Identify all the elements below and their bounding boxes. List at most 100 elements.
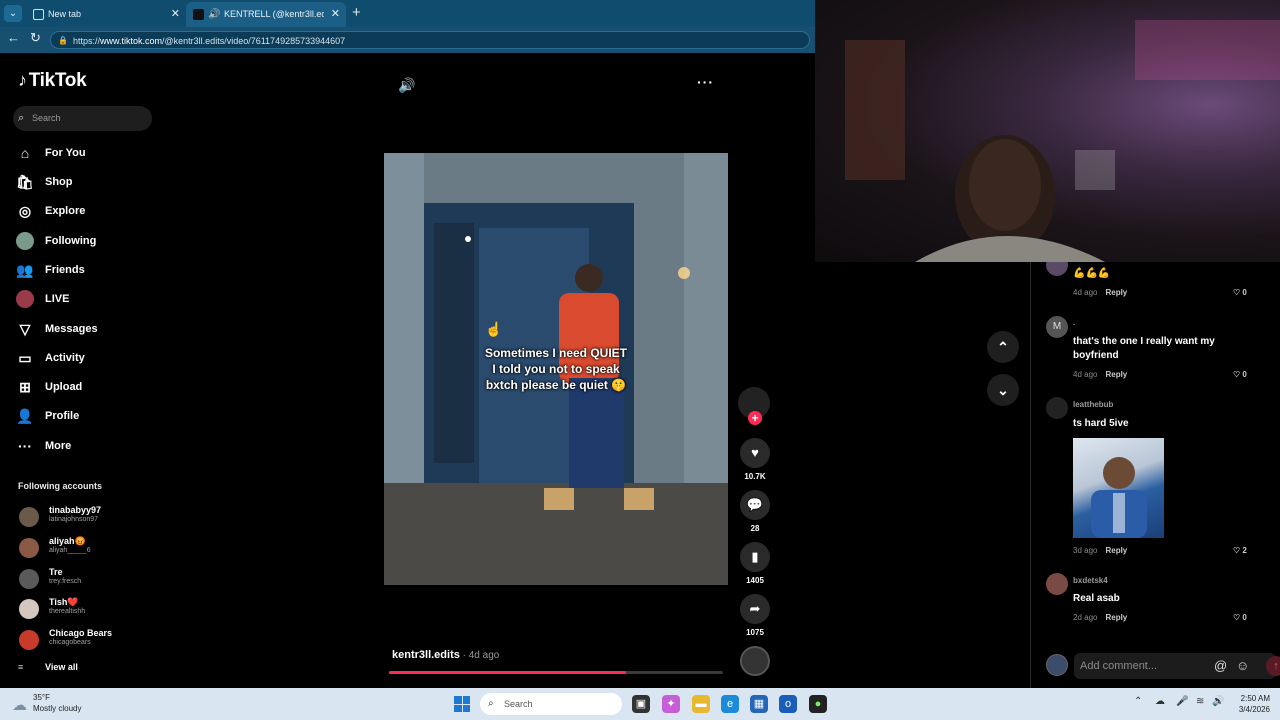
- refresh-icon[interactable]: ↻: [30, 30, 41, 46]
- tiktok-logo[interactable]: ♪ TikTok: [18, 70, 87, 92]
- tab-actions-button[interactable]: ⌄: [4, 5, 22, 22]
- music-disc-icon[interactable]: [740, 646, 770, 676]
- video-player[interactable]: Sometimes I need QUIET I told you not to…: [384, 153, 728, 585]
- upload-icon: ⊞: [19, 379, 31, 395]
- sidebar-item-label: Upload: [45, 381, 83, 393]
- commenter-avatar[interactable]: M: [1046, 316, 1068, 338]
- commenter-name[interactable]: ·: [1073, 320, 1076, 329]
- taskbar-search-label: Search: [504, 699, 533, 709]
- shop-icon: 🛍: [16, 174, 34, 190]
- save-button[interactable]: ▮ 1405: [739, 542, 771, 585]
- volume-tray-icon[interactable]: 🔊: [1212, 696, 1224, 707]
- comment-like-count: 0: [1242, 613, 1247, 622]
- comment-like-button[interactable]: ♡ 0: [1233, 288, 1247, 297]
- weather-temp[interactable]: 35°F: [33, 693, 50, 702]
- tab-tiktok[interactable]: 🔊 KENTRELL (@kentr3ll.edits)'s ✕: [186, 2, 346, 27]
- comment-image[interactable]: [1073, 438, 1164, 538]
- follow-plus-icon[interactable]: +: [748, 411, 762, 425]
- back-arrow-icon[interactable]: ←: [7, 30, 20, 45]
- video-progress-bar[interactable]: [389, 671, 723, 674]
- commenter-avatar[interactable]: [1046, 573, 1068, 595]
- volume-icon[interactable]: 🔊: [398, 77, 415, 94]
- wifi-icon[interactable]: ≋: [1196, 696, 1204, 707]
- video-author[interactable]: kentr3ll.edits · 4d ago: [392, 649, 499, 661]
- comment-age: 2d ago: [1073, 613, 1098, 622]
- close-icon[interactable]: ✕: [331, 2, 340, 27]
- account-handle: latinajohnson97: [49, 516, 99, 523]
- comment-like-button[interactable]: ♡ 0: [1233, 613, 1247, 622]
- live-icon: [16, 290, 34, 308]
- sidebar-item-label: Following: [45, 235, 97, 247]
- clock[interactable]: 2:50 AM 3/4/2026: [1226, 693, 1270, 715]
- file-explorer-icon[interactable]: ▬: [692, 695, 710, 713]
- tiktok-favicon-icon: [193, 9, 204, 20]
- comment-text: 💪💪💪: [1073, 268, 1111, 279]
- previous-video-chevron-up-icon[interactable]: ⌃: [987, 331, 1019, 363]
- share-count: 1075: [746, 628, 764, 637]
- cloud-sync-icon[interactable]: ☁: [1155, 696, 1165, 707]
- home-icon: ⌂: [20, 145, 30, 161]
- avatar: [19, 630, 39, 650]
- add-comment-input[interactable]: Add comment... @ ☺ ↑: [1074, 653, 1280, 679]
- save-count: 1405: [746, 576, 764, 585]
- speaker-icon[interactable]: 🔊: [208, 2, 220, 27]
- comment-photo: [1091, 457, 1147, 538]
- url-bar[interactable]: 🔒 https://www.tiktok.com/@kentr3ll.edits…: [50, 31, 810, 49]
- windows-start-icon[interactable]: [454, 696, 470, 712]
- more-options-icon[interactable]: ···: [697, 74, 714, 90]
- share-button[interactable]: ➦ 1075: [739, 594, 771, 637]
- search-input[interactable]: ⌕ Search: [13, 106, 152, 131]
- heart-icon: ♥: [740, 438, 770, 468]
- account-handle: trey.fresch: [49, 578, 82, 585]
- clock-date: 3/4/2026: [1238, 705, 1270, 714]
- view-all-link[interactable]: ≡ View all: [18, 662, 78, 672]
- reply-button[interactable]: Reply: [1105, 546, 1127, 555]
- next-video-chevron-down-icon[interactable]: ⌄: [987, 374, 1019, 406]
- comment-like-count: 0: [1242, 288, 1247, 297]
- store-icon[interactable]: ▦: [750, 695, 768, 713]
- account-handle: aliyah_____6: [49, 547, 91, 554]
- comment-text: that's the one I really want my boyfrien…: [1073, 336, 1215, 361]
- post-comment-arrow-icon[interactable]: ↑: [1266, 656, 1280, 676]
- weather-desc[interactable]: Mostly cloudy: [33, 704, 81, 713]
- caption-line: bxtch please be quiet 🤫: [485, 378, 627, 392]
- comment-button[interactable]: 💬 28: [739, 490, 771, 533]
- app-icon[interactable]: ●: [809, 695, 827, 713]
- messages-icon: ▽: [19, 321, 31, 337]
- microphone-icon[interactable]: 🎤: [1176, 696, 1188, 707]
- reply-button[interactable]: Reply: [1105, 613, 1127, 622]
- emoji-icon[interactable]: ☺: [1236, 653, 1249, 679]
- account-handle: chicagobears: [49, 639, 91, 646]
- edge-browser-icon[interactable]: e: [721, 695, 739, 713]
- commenter-avatar[interactable]: [1046, 397, 1068, 419]
- close-icon[interactable]: ✕: [171, 2, 180, 27]
- comment-like-button[interactable]: ♡ 2: [1233, 546, 1247, 555]
- tab-new-tab[interactable]: New tab ✕: [26, 2, 186, 27]
- search-icon: ⌕: [488, 698, 494, 709]
- avatar: [19, 569, 39, 589]
- following-accounts-heading: Following accounts: [18, 481, 103, 491]
- commenter-name[interactable]: bxdetsk4: [1073, 576, 1108, 585]
- task-view-icon[interactable]: ▣: [632, 695, 650, 713]
- comment-icon: 💬: [740, 490, 770, 520]
- account-name: aliyah😡: [49, 536, 86, 546]
- comment-placeholder: Add comment...: [1080, 660, 1158, 672]
- video-caption: Sometimes I need QUIET I told you not to…: [384, 345, 728, 393]
- comment-meta: 2d ago Reply: [1073, 613, 1127, 622]
- chevron-up-icon[interactable]: ⌃: [1134, 696, 1142, 707]
- sidebar-item-label: LIVE: [45, 293, 70, 305]
- comment-like-button[interactable]: ♡ 0: [1233, 370, 1247, 379]
- comment-like-count: 2: [1242, 546, 1247, 555]
- commenter-name[interactable]: leatthebub: [1073, 400, 1113, 409]
- caption-line: I told you not to speak: [492, 362, 620, 376]
- taskbar-search[interactable]: ⌕ Search: [480, 693, 622, 715]
- like-button[interactable]: ♥ 10.7K: [739, 438, 771, 481]
- copilot-icon[interactable]: ✦: [662, 695, 680, 713]
- reply-button[interactable]: Reply: [1105, 370, 1127, 379]
- cloud-icon[interactable]: ☁: [12, 696, 27, 714]
- new-tab-plus-icon[interactable]: +: [352, 4, 361, 21]
- bookmark-icon: ▮: [740, 542, 770, 572]
- reply-button[interactable]: Reply: [1105, 288, 1127, 297]
- mention-icon[interactable]: @: [1214, 653, 1227, 679]
- outlook-icon[interactable]: o: [779, 695, 797, 713]
